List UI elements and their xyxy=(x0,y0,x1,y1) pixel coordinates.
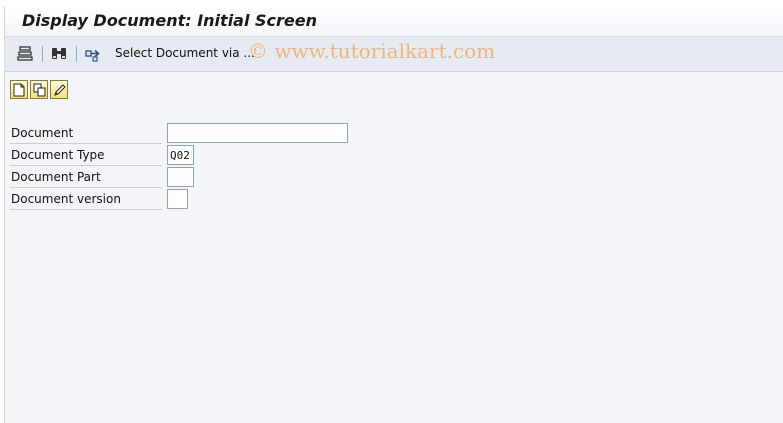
document-label: Document xyxy=(10,123,162,144)
copy-document-icon xyxy=(33,83,46,97)
document-version-input[interactable] xyxy=(167,189,188,209)
document-version-label: Document version xyxy=(10,189,162,210)
binoculars-icon[interactable] xyxy=(50,45,68,63)
document-part-label: Document Part xyxy=(10,167,162,188)
page-title: Display Document: Initial Screen xyxy=(22,11,318,30)
document-part-input[interactable] xyxy=(167,167,194,187)
main-window: Display Document: Initial Screen Select … xyxy=(4,6,783,423)
list-icon[interactable] xyxy=(16,45,34,63)
toolbar-separator xyxy=(76,46,77,62)
watermark: © www.tutorialkart.com xyxy=(248,39,496,63)
document-type-input[interactable] xyxy=(167,145,194,165)
change-document-icon xyxy=(54,84,66,96)
toolbar-separator xyxy=(42,46,43,62)
application-toolbar: Select Document via ... © www.tutorialka… xyxy=(5,37,783,72)
select-arrow-icon[interactable] xyxy=(84,45,102,63)
change-document-button[interactable] xyxy=(50,80,68,99)
copy-document-button[interactable] xyxy=(30,80,48,99)
create-document-icon xyxy=(13,83,25,97)
select-document-via-button[interactable]: Select Document via ... xyxy=(115,46,255,60)
title-bar: Display Document: Initial Screen xyxy=(5,6,783,37)
create-document-button[interactable] xyxy=(10,80,28,99)
document-type-label: Document Type xyxy=(10,145,162,166)
document-input[interactable] xyxy=(167,123,348,143)
